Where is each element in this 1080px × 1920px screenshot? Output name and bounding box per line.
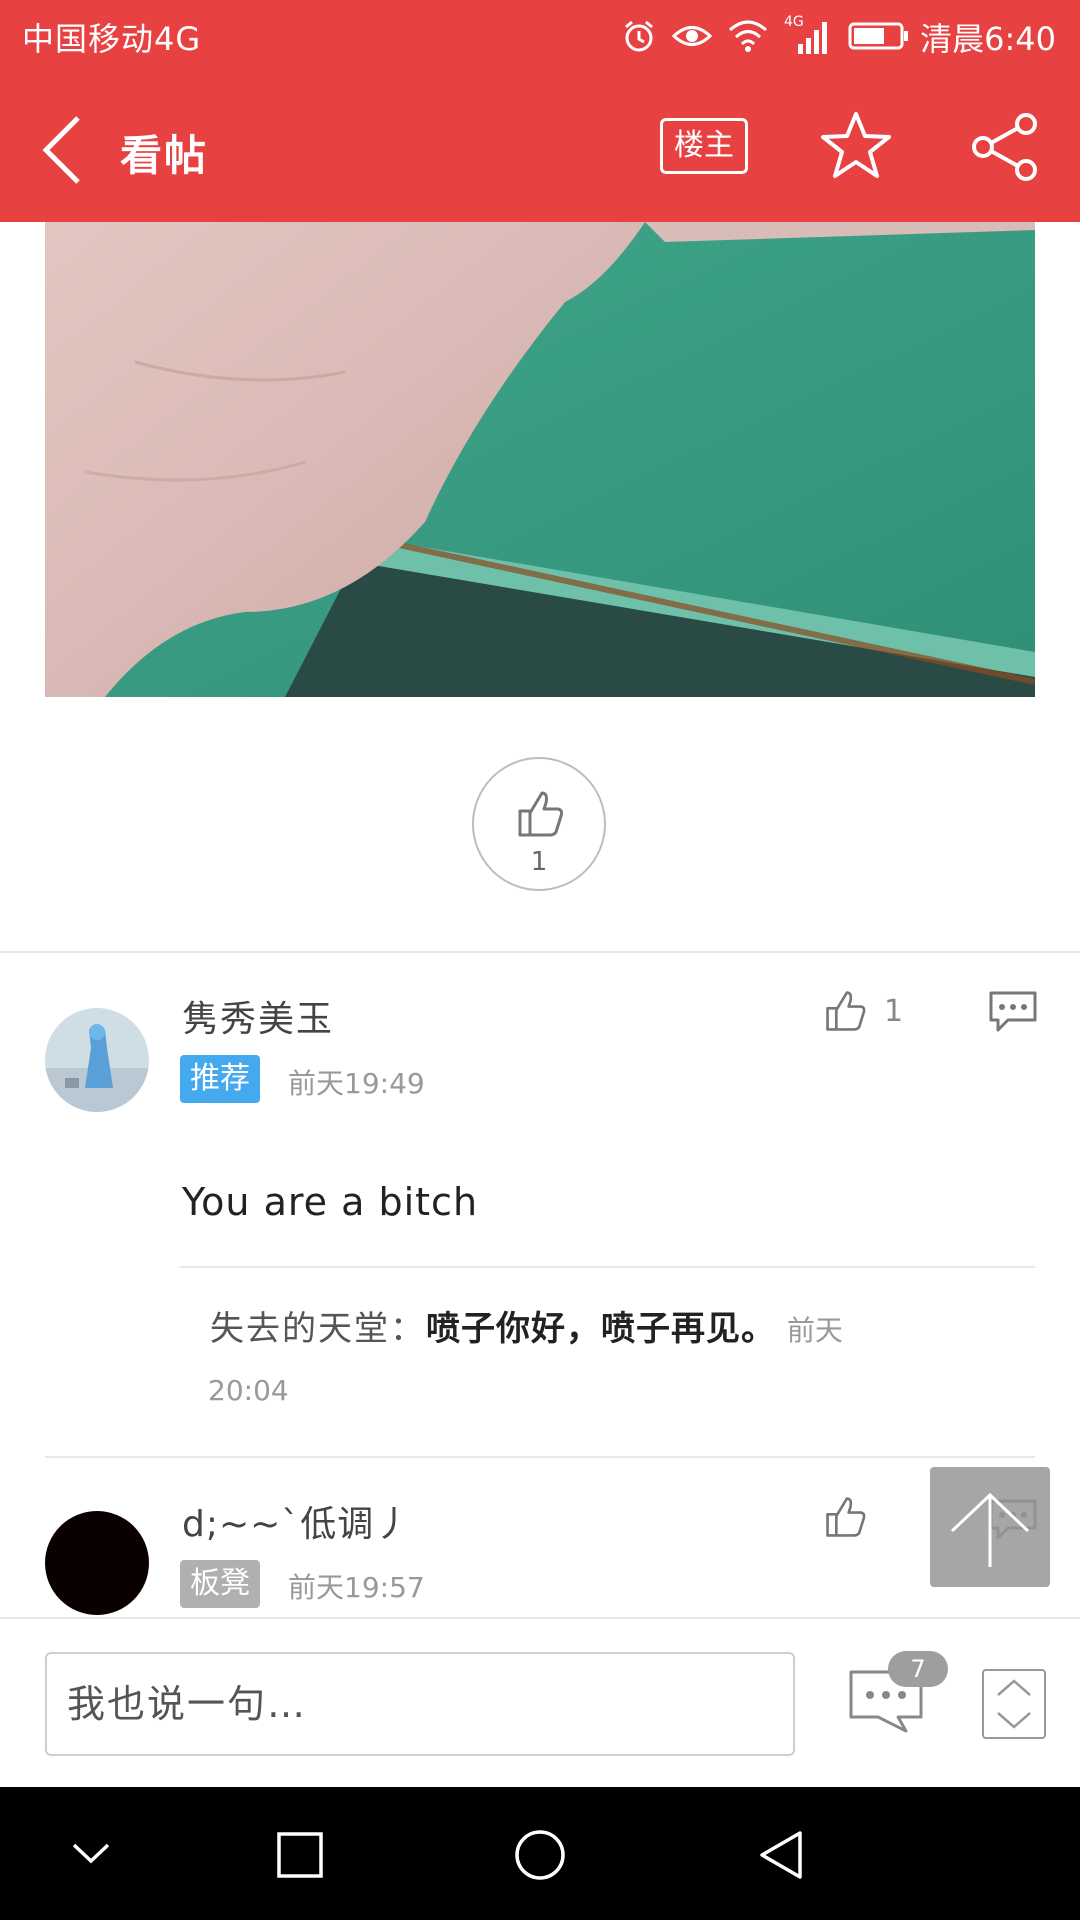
share-icon[interactable] <box>970 112 1040 182</box>
system-nav-bar <box>0 1787 1080 1920</box>
back-icon[interactable] <box>756 1829 804 1881</box>
status-bar: 中国移动4G 4G 清晨6:40 <box>0 0 1080 76</box>
thumbs-up-icon <box>826 991 866 1031</box>
post-photo[interactable] <box>45 222 1035 697</box>
eye-icon <box>672 26 712 46</box>
comment-input[interactable]: 我也说一句… <box>45 1652 795 1756</box>
page-title: 看帖 <box>120 131 209 180</box>
floor-badge: 板凳 <box>180 1560 260 1608</box>
thumbs-up-icon[interactable] <box>824 1494 868 1540</box>
reply-item[interactable]: 失去的天堂：喷子你好，喷子再见。 前天 20:04 <box>208 1300 1000 1420</box>
owner-only-button[interactable]: 楼主 <box>660 118 748 174</box>
comment-count-badge: 7 <box>888 1651 948 1687</box>
reply-bubble-icon[interactable] <box>988 990 1038 1034</box>
app-header: 看帖 楼主 <box>0 76 1080 222</box>
comment-bar: 我也说一句… 7 <box>0 1617 1080 1789</box>
comments-count-button[interactable]: 7 <box>848 1651 948 1741</box>
comment-username[interactable]: 隽秀美玉 <box>182 990 334 1042</box>
chevron-up-down-icon <box>997 1679 1031 1729</box>
comment-divider <box>45 1456 1035 1458</box>
reply-time-day: 前天 <box>786 1314 843 1347</box>
post-like-button[interactable]: 1 <box>472 757 606 891</box>
battery-icon <box>848 22 908 50</box>
comment-like-count: 1 <box>884 993 904 1029</box>
section-divider <box>0 951 1080 953</box>
reply-text: 喷子你好，喷子再见。 <box>426 1309 776 1349</box>
home-icon[interactable] <box>514 1829 566 1881</box>
avatar[interactable] <box>45 1511 149 1615</box>
comment-time: 前天19:57 <box>288 1571 425 1604</box>
scroll-to-top-button[interactable] <box>930 1467 1050 1587</box>
comment-username[interactable]: d;~~`低调丿 <box>182 1495 411 1547</box>
reply-time-clock: 20:04 <box>208 1374 289 1407</box>
reply-divider <box>180 1266 1035 1268</box>
alarm-icon <box>625 20 653 52</box>
back-arrow-icon[interactable] <box>36 112 96 188</box>
post-like-count: 1 <box>530 847 548 877</box>
signal-icon: 4G <box>784 14 832 54</box>
thumbs-up-icon <box>518 791 564 837</box>
comment-time: 前天19:49 <box>288 1067 425 1100</box>
wifi-icon <box>729 20 767 52</box>
avatar[interactable] <box>45 1008 149 1112</box>
star-icon[interactable] <box>820 110 892 182</box>
status-icons: 4G <box>622 14 910 56</box>
recent-apps-icon[interactable] <box>276 1831 324 1879</box>
arrow-up-icon <box>950 1492 1030 1567</box>
comment-like-button[interactable]: 1 <box>824 988 903 1034</box>
chevron-down-icon[interactable] <box>70 1833 112 1873</box>
floor-badge: 推荐 <box>180 1055 260 1103</box>
comment-text: You are a bitch <box>182 1180 479 1224</box>
status-time: 清晨6:40 <box>920 20 1056 58</box>
page-nav-button[interactable] <box>982 1669 1046 1739</box>
reply-username[interactable]: 失去的天堂： <box>210 1309 426 1349</box>
carrier-label: 中国移动4G <box>22 20 202 58</box>
